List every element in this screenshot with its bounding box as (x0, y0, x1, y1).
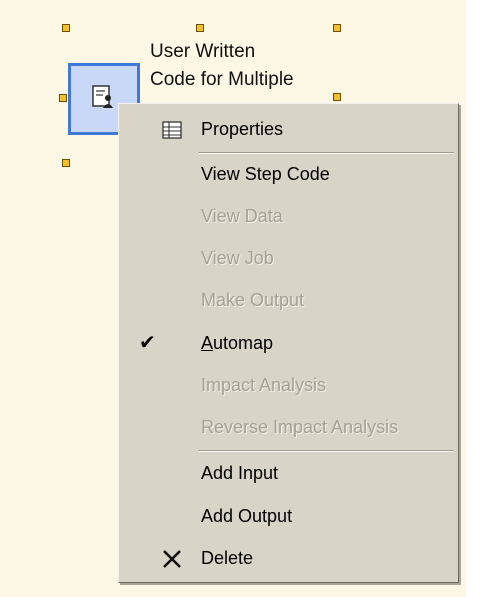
menu-item-view-step-code[interactable]: View Step Code (121, 154, 456, 194)
node-label-line-2: Code for Multiple (150, 69, 294, 90)
menu-item-add-output[interactable]: Add Output (121, 496, 456, 536)
menu-item-label: View Job (201, 248, 274, 268)
menu-item-reverse-impact-analysis[interactable]: Reverse Impact Analysis (121, 407, 456, 447)
menu-item-properties[interactable]: Properties (121, 109, 456, 149)
menu-item-label: Add Output (201, 506, 293, 526)
selection-handle-bottom-left[interactable] (62, 159, 70, 167)
user-code-icon (92, 85, 113, 108)
menu-item-automap[interactable]: ✔ Automap (121, 323, 456, 363)
menu-item-label: Make Output (201, 290, 305, 310)
menu-item-delete[interactable]: Delete (121, 538, 456, 578)
delete-x-icon (163, 550, 181, 568)
menu-item-label: Automap (201, 333, 274, 353)
selection-handle-top-middle[interactable] (196, 24, 204, 32)
menu-item-view-data[interactable]: View Data (121, 196, 456, 236)
selection-handle-middle-right[interactable] (333, 93, 341, 101)
selection-handle-top-right[interactable] (333, 24, 341, 32)
menu-item-label: View Step Code (201, 164, 330, 184)
properties-grid-icon (162, 121, 182, 139)
selection-handle-middle-left[interactable] (59, 94, 67, 102)
menu-item-label: Properties (201, 119, 284, 139)
menu-item-view-job[interactable]: View Job (121, 238, 456, 278)
selection-handle-top-left[interactable] (62, 24, 70, 32)
node-label-line-1: User Written (150, 41, 256, 62)
menu-item-label: Impact Analysis (201, 375, 327, 395)
menu-item-label: Reverse Impact Analysis (201, 417, 399, 437)
checkmark-icon: ✔ (139, 332, 156, 354)
menu-item-impact-analysis[interactable]: Impact Analysis (121, 365, 456, 405)
menu-item-label: Add Input (201, 463, 279, 483)
menu-item-label: View Data (201, 206, 283, 226)
menu-item-add-input[interactable]: Add Input (121, 453, 456, 493)
menu-item-make-output[interactable]: Make Output (121, 280, 456, 320)
menu-item-label: Delete (201, 548, 254, 568)
node-label: User Written Code for Multiple (150, 38, 350, 94)
window-edge (466, 0, 481, 597)
context-menu: Properties View Step Code View Data View… (118, 103, 459, 583)
menu-separator (199, 450, 454, 452)
